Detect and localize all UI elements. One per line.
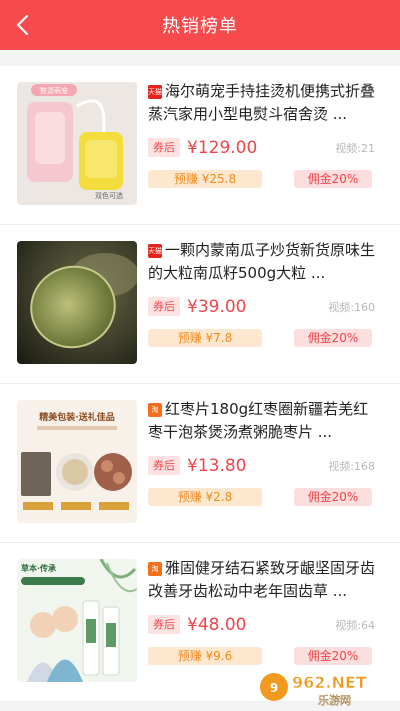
price-row: 券后 ¥39.00 视频:160 — [148, 295, 380, 319]
image-caption: 双色可选 — [95, 191, 123, 200]
tmall-shop-icon: 天猫 — [148, 244, 162, 258]
image-title: 草本·传承 — [21, 563, 56, 573]
price: ¥13.80 — [187, 456, 247, 476]
product-card-1[interactable]: 熨烫萌宠 双色可选 天猫 海尔萌宠手持挂烫机便携式折叠蒸汽家用小型电熨斗宿舍烫 .… — [0, 66, 400, 225]
video-count: 视频:21 — [335, 142, 375, 155]
price-row: 券后 ¥48.00 视频:64 — [148, 613, 380, 637]
estimated-earnings: 预赚 ¥2.8 — [148, 488, 262, 506]
product-info: 淘红枣片180g红枣圈新疆若羌红枣干泡茶煲汤煮粥脆枣片 ... 券后 ¥13.8… — [148, 398, 380, 506]
taobao-shop-icon: 淘 — [148, 562, 162, 576]
product-info: 天猫 海尔萌宠手持挂烫机便携式折叠蒸汽家用小型电熨斗宿舍烫 ... 券后 ¥129… — [148, 80, 380, 188]
estimated-earnings: 预赚 ¥7.8 — [148, 329, 262, 347]
coupon-badge: 券后 — [148, 456, 180, 475]
product-image[interactable] — [17, 241, 137, 364]
tags-row: 预赚 ¥25.8 佣金20% — [148, 170, 380, 192]
tmall-shop-icon: 天猫 — [148, 85, 162, 99]
product-info: 淘雅固健牙结石紧致牙龈坚固牙齿改善牙齿松动中老年固齿草 ... 券后 ¥48.0… — [148, 557, 380, 665]
product-title: 雅固健牙结石紧致牙龈坚固牙齿改善牙齿松动中老年固齿草 ... — [148, 559, 376, 600]
jujube-image: 精美包装·送礼佳品 — [17, 400, 137, 523]
pumpkin-seed-image — [17, 241, 137, 364]
top-bar: 热销榜单 — [0, 0, 400, 50]
product-name[interactable]: 淘雅固健牙结石紧致牙龈坚固牙齿改善牙齿松动中老年固齿草 ... — [148, 557, 380, 603]
tags-row: 预赚 ¥7.8 佣金20% — [148, 329, 380, 351]
site-watermark-logo: 9 962.NET 乐游网 — [260, 673, 367, 707]
price: ¥129.00 — [187, 138, 258, 158]
watermark-brand: 962.NET — [292, 673, 367, 692]
product-image[interactable]: 熨烫萌宠 双色可选 — [17, 82, 137, 205]
coupon-badge: 券后 — [148, 615, 180, 634]
commission-rate: 佣金20% — [294, 488, 372, 506]
page-title: 热销榜单 — [162, 16, 238, 37]
product-list: 熨烫萌宠 双色可选 天猫 海尔萌宠手持挂烫机便携式折叠蒸汽家用小型电熨斗宿舍烫 .… — [0, 66, 400, 702]
product-info: 天猫 一颗内蒙南瓜子炒货新货原味生的大粒南瓜籽500g大粒 ... 券后 ¥39.… — [148, 239, 380, 347]
product-name[interactable]: 淘红枣片180g红枣圈新疆若羌红枣干泡茶煲汤煮粥脆枣片 ... — [148, 398, 380, 444]
product-title: 海尔萌宠手持挂烫机便携式折叠蒸汽家用小型电熨斗宿舍烫 ... — [148, 82, 376, 123]
product-image[interactable]: 精美包装·送礼佳品 — [17, 400, 137, 523]
steamer-image: 熨烫萌宠 双色可选 — [17, 82, 137, 205]
taobao-shop-icon: 淘 — [148, 403, 162, 417]
image-title: 精美包装·送礼佳品 — [39, 411, 114, 423]
toothpaste-image: 草本·传承 — [17, 559, 137, 682]
watermark-sub: 乐游网 — [318, 694, 351, 707]
commission-rate: 佣金20% — [294, 647, 372, 665]
price-row: 券后 ¥13.80 视频:168 — [148, 454, 380, 478]
price: ¥39.00 — [187, 297, 247, 317]
price-row: 券后 ¥129.00 视频:21 — [148, 136, 380, 160]
product-title: 红枣片180g红枣圈新疆若羌红枣干泡茶煲汤煮粥脆枣片 ... — [148, 400, 369, 441]
product-title: 一颗内蒙南瓜子炒货新货原味生的大粒南瓜籽500g大粒 ... — [148, 241, 376, 282]
estimated-earnings: 预赚 ¥25.8 — [148, 170, 262, 188]
image-top-label: 熨烫萌宠 — [40, 86, 68, 95]
commission-rate: 佣金20% — [294, 329, 372, 347]
commission-rate: 佣金20% — [294, 170, 372, 188]
price: ¥48.00 — [187, 615, 247, 635]
coupon-badge: 券后 — [148, 297, 180, 316]
back-arrow-icon[interactable] — [12, 13, 36, 37]
tags-row: 预赚 ¥9.6 佣金20% — [148, 647, 380, 669]
svg-text:9: 9 — [270, 681, 278, 695]
coupon-badge: 券后 — [148, 138, 180, 157]
video-count: 视频:64 — [335, 619, 375, 632]
product-name[interactable]: 天猫 一颗内蒙南瓜子炒货新货原味生的大粒南瓜籽500g大粒 ... — [148, 239, 380, 285]
product-name[interactable]: 天猫 海尔萌宠手持挂烫机便携式折叠蒸汽家用小型电熨斗宿舍烫 ... — [148, 80, 380, 126]
video-count: 视频:160 — [328, 301, 375, 314]
product-card-2[interactable]: 天猫 一颗内蒙南瓜子炒货新货原味生的大粒南瓜籽500g大粒 ... 券后 ¥39.… — [0, 225, 400, 384]
product-image[interactable]: 草本·传承 — [17, 559, 137, 682]
estimated-earnings: 预赚 ¥9.6 — [148, 647, 262, 665]
product-card-3[interactable]: 精美包装·送礼佳品 淘红枣片180g红枣圈新疆若羌红枣干泡茶煲汤煮粥脆枣片 ..… — [0, 384, 400, 543]
video-count: 视频:168 — [328, 460, 375, 473]
tags-row: 预赚 ¥2.8 佣金20% — [148, 488, 380, 510]
